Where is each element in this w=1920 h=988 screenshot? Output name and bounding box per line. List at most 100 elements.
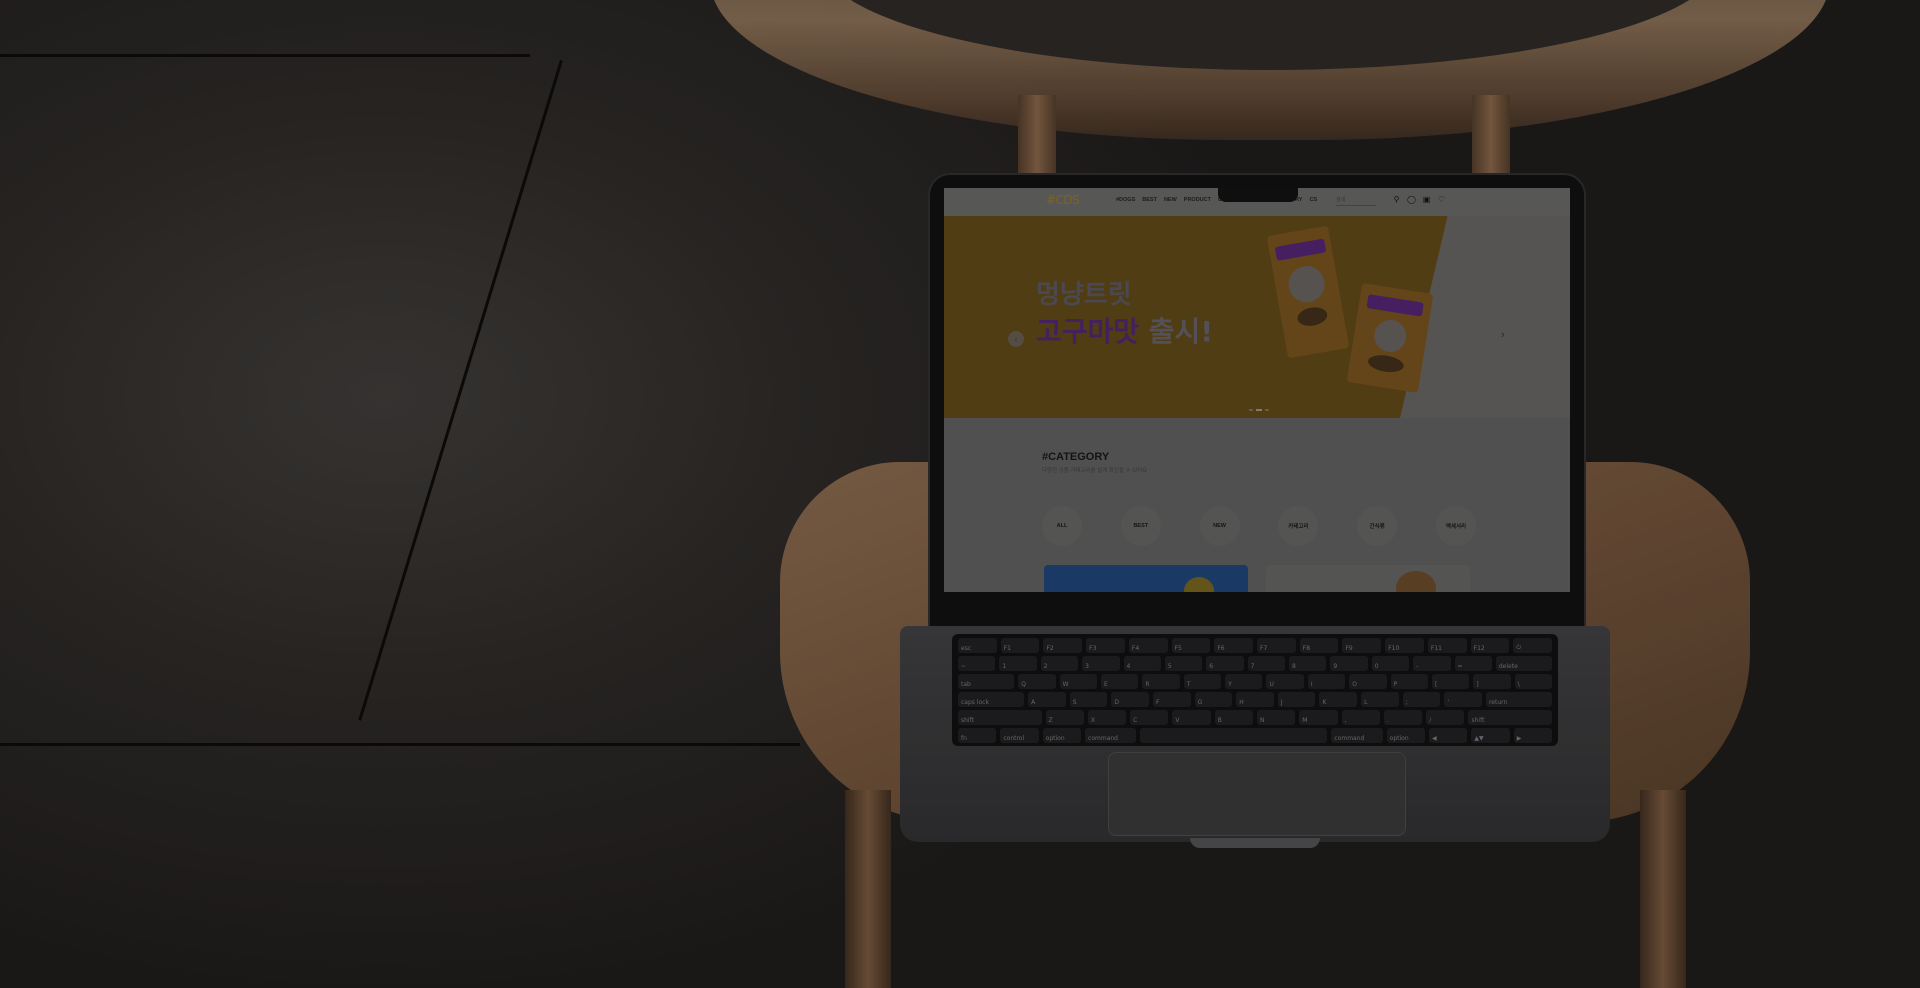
key[interactable]: - xyxy=(1413,656,1451,671)
heart-icon[interactable]: ♡ xyxy=(1437,195,1446,204)
key[interactable]: 5 xyxy=(1164,656,1203,671)
key[interactable]: 8 xyxy=(1289,656,1327,671)
category-tab-snacks[interactable]: 간식류 xyxy=(1357,506,1398,546)
key[interactable]: F9 xyxy=(1342,638,1382,653)
key[interactable]: F4 xyxy=(1128,638,1168,653)
key[interactable]: B xyxy=(1214,710,1253,725)
category-tab-category[interactable]: 카테고리 xyxy=(1278,506,1319,546)
key[interactable]: P xyxy=(1390,674,1428,689)
key[interactable]: F5 xyxy=(1171,638,1211,653)
trackpad[interactable] xyxy=(1108,752,1406,836)
search-input[interactable]: 검색 xyxy=(1336,196,1376,206)
command-key[interactable]: command xyxy=(1331,728,1383,743)
power-key[interactable]: ⏻ xyxy=(1513,638,1553,653)
key[interactable]: 3 xyxy=(1082,656,1120,671)
key[interactable]: F1 xyxy=(1000,638,1040,653)
key[interactable]: F12 xyxy=(1470,638,1510,653)
cart-icon[interactable]: ▣ xyxy=(1422,195,1431,204)
option-key[interactable]: option xyxy=(1042,728,1082,743)
caps-lock-key[interactable]: caps lock xyxy=(958,692,1025,707)
key[interactable]: 1 xyxy=(999,656,1037,671)
key[interactable]: 2 xyxy=(1040,656,1079,671)
product-card[interactable] xyxy=(1044,565,1248,592)
key[interactable]: 7 xyxy=(1247,656,1285,671)
key[interactable]: 6 xyxy=(1206,656,1244,671)
nav-item-product[interactable]: PRODUCT xyxy=(1184,197,1211,203)
key[interactable]: Y xyxy=(1225,674,1263,689)
key[interactable]: J xyxy=(1277,692,1316,707)
category-tab-new[interactable]: NEW xyxy=(1199,506,1240,546)
key[interactable]: W xyxy=(1059,674,1097,689)
arrow-up-down-key[interactable]: ▲▼ xyxy=(1471,728,1510,743)
key[interactable]: V xyxy=(1172,710,1211,725)
key[interactable]: E xyxy=(1100,674,1139,689)
category-tab-all[interactable]: ALL xyxy=(1042,506,1082,546)
key[interactable]: ; xyxy=(1402,692,1441,707)
shift-key[interactable]: shift xyxy=(1468,710,1552,725)
key[interactable]: F3 xyxy=(1086,638,1125,653)
key[interactable]: U xyxy=(1266,674,1304,689)
key[interactable]: \ xyxy=(1514,674,1553,689)
key[interactable]: K xyxy=(1319,692,1358,707)
banner-next-button[interactable]: › xyxy=(1501,329,1505,341)
nav-item-dogs[interactable]: #DOGS xyxy=(1116,197,1135,203)
key[interactable]: , xyxy=(1341,710,1380,725)
product-card[interactable] xyxy=(1266,565,1470,592)
key[interactable]: D xyxy=(1111,692,1149,707)
key[interactable]: C xyxy=(1130,710,1169,725)
key[interactable]: R xyxy=(1142,674,1180,689)
key[interactable]: F8 xyxy=(1299,638,1339,653)
key[interactable]: ~ xyxy=(958,656,996,671)
key[interactable]: 9 xyxy=(1330,656,1368,671)
pagination-dot[interactable] xyxy=(1265,409,1269,411)
nav-item-best[interactable]: BEST xyxy=(1142,197,1157,203)
key[interactable]: ' xyxy=(1444,692,1482,707)
search-icon[interactable]: ⚲ xyxy=(1392,195,1401,204)
banner-prev-button[interactable]: ‹ xyxy=(1008,331,1024,347)
key[interactable]: L xyxy=(1361,692,1399,707)
key[interactable]: F7 xyxy=(1257,638,1296,653)
key[interactable]: F11 xyxy=(1427,638,1467,653)
option-key[interactable]: option xyxy=(1386,728,1425,743)
nav-item-new[interactable]: NEW xyxy=(1164,197,1177,203)
arrow-left-key[interactable]: ◀ xyxy=(1429,728,1468,743)
key[interactable]: 0 xyxy=(1371,656,1410,671)
key[interactable]: [ xyxy=(1431,674,1470,689)
key[interactable]: O xyxy=(1349,674,1387,689)
tab-key[interactable]: tab xyxy=(958,674,1015,689)
key[interactable]: = xyxy=(1454,656,1492,671)
delete-key[interactable]: delete xyxy=(1495,656,1553,671)
command-key[interactable]: command xyxy=(1085,728,1137,743)
key[interactable]: F10 xyxy=(1385,638,1424,653)
key[interactable]: A xyxy=(1028,692,1066,707)
key[interactable]: Z xyxy=(1045,710,1084,725)
category-tab-accessories[interactable]: 액세서리 xyxy=(1435,506,1476,546)
key[interactable]: F2 xyxy=(1043,638,1083,653)
key[interactable]: N xyxy=(1257,710,1296,725)
shift-key[interactable]: shift xyxy=(958,710,1042,725)
key[interactable]: M xyxy=(1299,710,1338,725)
key[interactable]: H xyxy=(1236,692,1274,707)
key[interactable]: 4 xyxy=(1123,656,1161,671)
arrow-right-key[interactable]: ▶ xyxy=(1513,728,1553,743)
key[interactable]: G xyxy=(1194,692,1233,707)
key[interactable]: . xyxy=(1383,710,1423,725)
key[interactable]: ] xyxy=(1473,674,1511,689)
key[interactable]: X xyxy=(1087,710,1127,725)
key[interactable]: F xyxy=(1152,692,1191,707)
fn-key[interactable]: fn xyxy=(958,728,997,743)
control-key[interactable]: control xyxy=(1000,728,1039,743)
category-tab-best[interactable]: BEST xyxy=(1120,506,1161,546)
key[interactable]: T xyxy=(1183,674,1222,689)
key[interactable]: S xyxy=(1069,692,1108,707)
pagination-dot[interactable] xyxy=(1249,409,1253,411)
key[interactable]: F6 xyxy=(1214,638,1254,653)
return-key[interactable]: return xyxy=(1485,692,1553,707)
user-icon[interactable]: ◯ xyxy=(1407,195,1416,204)
nav-item-cs[interactable]: CS xyxy=(1309,197,1317,203)
key[interactable]: esc xyxy=(958,638,997,653)
space-key[interactable] xyxy=(1140,728,1328,743)
pagination-dot-active[interactable] xyxy=(1256,409,1262,411)
site-logo[interactable]: #CDS xyxy=(1046,193,1080,207)
key[interactable]: Q xyxy=(1018,674,1056,689)
